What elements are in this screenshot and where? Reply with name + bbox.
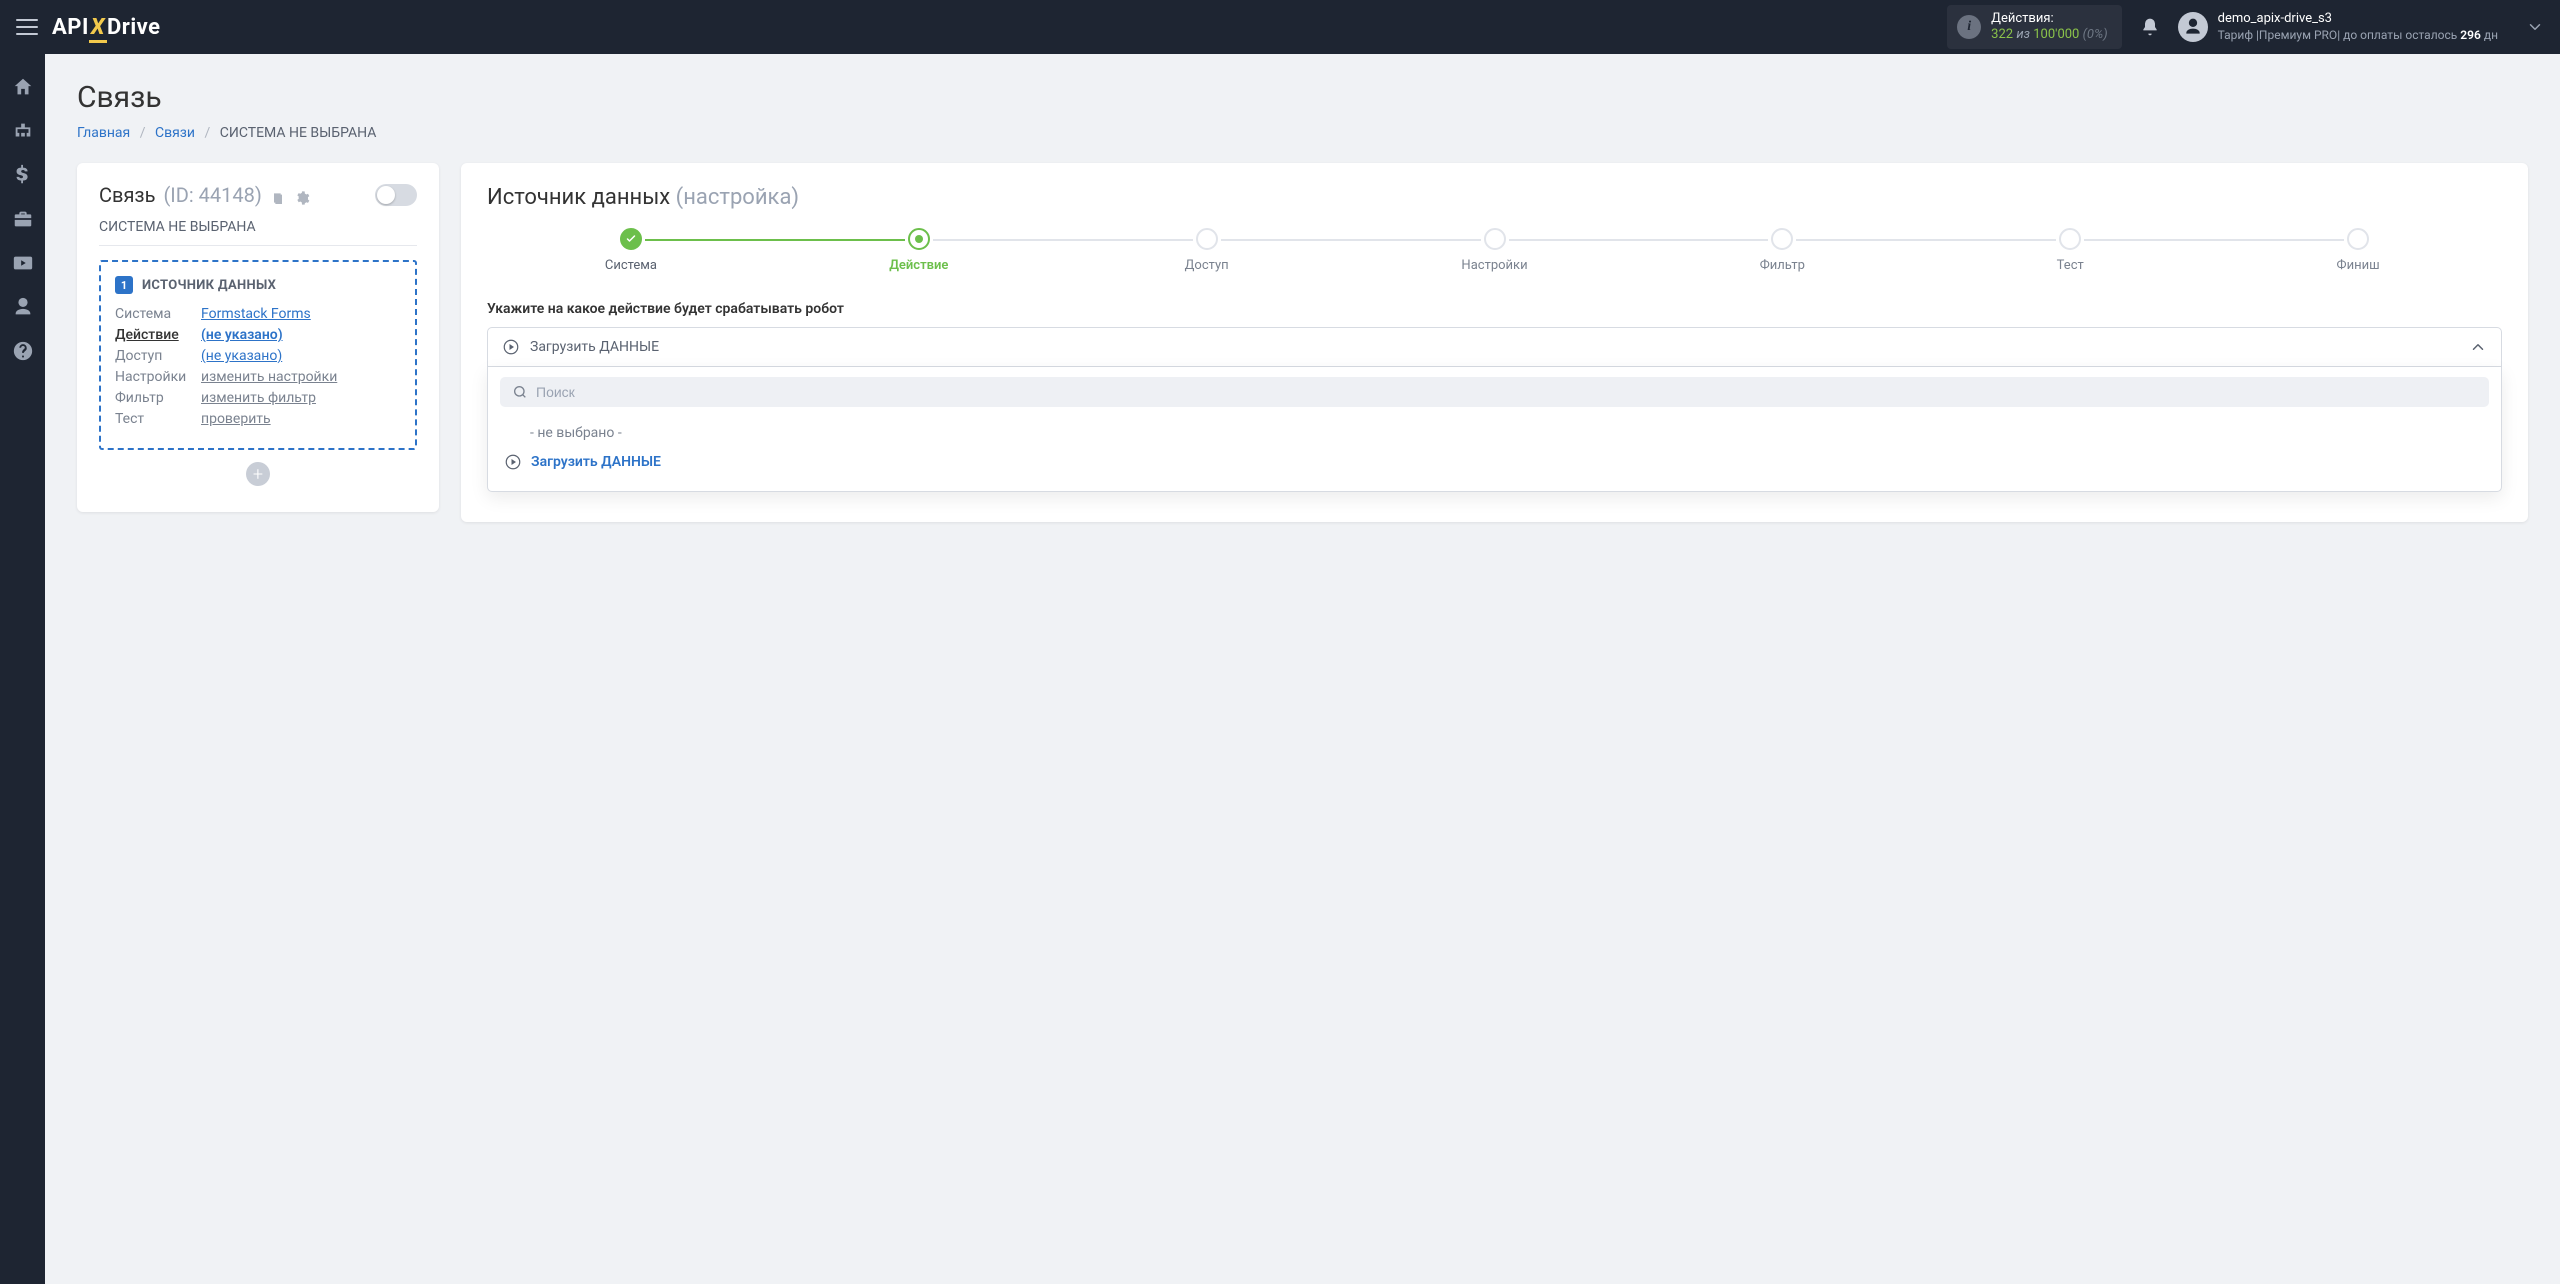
info-icon: i	[1957, 15, 1981, 39]
add-destination-button[interactable]: +	[246, 462, 270, 486]
actions-label: Действия:	[1991, 11, 2107, 27]
connection-toggle[interactable]	[375, 184, 417, 206]
breadcrumb-links[interactable]: Связи	[155, 125, 195, 141]
step-finish[interactable]: Финиш	[2214, 228, 2502, 273]
connection-sidebar-card: Связь (ID: 44148) СИСТЕМА НЕ ВЫБРАНА	[77, 163, 439, 512]
chevron-up-icon	[2469, 338, 2487, 356]
row-settings-value[interactable]: изменить настройки	[201, 369, 337, 385]
row-filter-key: Фильтр	[115, 390, 201, 406]
row-test-key: Тест	[115, 411, 201, 427]
actions-counter[interactable]: i Действия: 322 из 100'000 (0%)	[1947, 5, 2121, 50]
tariff-days: 296	[2460, 28, 2481, 42]
nav-home-icon[interactable]	[12, 76, 34, 98]
step-access[interactable]: Доступ	[1063, 228, 1351, 273]
rc-title-sub: (настройка)	[676, 185, 799, 210]
rc-title-main: Источник данных	[487, 185, 670, 210]
user-menu[interactable]: demo_apix-drive_s3 Тариф |Премиум PRO| д…	[2178, 11, 2498, 42]
nav-connections-icon[interactable]	[12, 120, 34, 142]
play-icon	[504, 453, 522, 471]
data-source-box: 1 ИСТОЧНИК ДАННЫХ СистемаFormstack Forms…	[99, 260, 417, 450]
option-none[interactable]: - не выбрано -	[500, 419, 2489, 447]
row-filter-value[interactable]: изменить фильтр	[201, 390, 316, 406]
menu-toggle[interactable]	[16, 19, 38, 35]
breadcrumb-home[interactable]: Главная	[77, 125, 130, 141]
source-title: ИСТОЧНИК ДАННЫХ	[142, 278, 276, 293]
nav-billing-icon[interactable]	[12, 164, 34, 186]
row-system-value[interactable]: Formstack Forms	[201, 306, 311, 322]
actions-total: 100'000	[2033, 27, 2079, 42]
tariff-suffix: дн	[2484, 28, 2498, 42]
gear-icon[interactable]	[294, 187, 310, 203]
nav-video-icon[interactable]	[12, 252, 34, 274]
lc-subtitle: СИСТЕМА НЕ ВЫБРАНА	[99, 219, 417, 246]
row-access-value[interactable]: (не указано)	[201, 348, 282, 364]
dropdown-search[interactable]	[500, 377, 2489, 407]
notifications-icon[interactable]	[2140, 17, 2160, 37]
row-action-value[interactable]: (не указано)	[201, 327, 283, 343]
step-filter[interactable]: Фильтр	[1638, 228, 1926, 273]
avatar-icon	[2178, 12, 2208, 42]
row-system-key: Система	[115, 306, 201, 322]
step-action[interactable]: Действие	[775, 228, 1063, 273]
row-action-key: Действие	[115, 327, 201, 343]
copy-icon[interactable]	[270, 187, 286, 203]
actions-pct: (0%)	[2083, 27, 2108, 42]
action-select-value: Загрузить ДАННЫЕ	[530, 339, 659, 355]
step-system[interactable]: Система	[487, 228, 775, 273]
row-access-key: Доступ	[115, 348, 201, 364]
search-input[interactable]	[536, 384, 2477, 400]
main-config-card: Источник данных (настройка) Система Дейс…	[461, 163, 2528, 522]
nav-account-icon[interactable]	[12, 296, 34, 318]
row-settings-key: Настройки	[115, 369, 201, 385]
source-badge: 1	[115, 276, 133, 294]
breadcrumb-current: СИСТЕМА НЕ ВЫБРАНА	[220, 125, 377, 141]
form-label: Укажите на какое действие будет срабатыв…	[487, 301, 2502, 317]
action-select[interactable]: Загрузить ДАННЫЕ	[487, 327, 2502, 367]
tariff-prefix: Тариф |Премиум PRO| до оплаты осталось	[2218, 28, 2458, 42]
action-dropdown: - не выбрано - Загрузить ДАННЫЕ	[487, 367, 2502, 492]
stepper: Система Действие Доступ Настройки Фильтр…	[487, 228, 2502, 273]
step-settings[interactable]: Настройки	[1351, 228, 1639, 273]
play-icon	[502, 338, 520, 356]
nav-help-icon[interactable]	[12, 340, 34, 362]
actions-of: из	[2016, 27, 2030, 42]
username: demo_apix-drive_s3	[2218, 11, 2498, 27]
row-test-value[interactable]: проверить	[201, 411, 271, 427]
page-title: Связь	[77, 80, 2528, 115]
option-load-data[interactable]: Загрузить ДАННЫЕ	[500, 447, 2489, 477]
chevron-down-icon[interactable]	[2526, 18, 2544, 36]
lc-id: (ID: 44148)	[163, 183, 261, 207]
logo[interactable]: APIXDrive	[52, 15, 161, 40]
breadcrumb: Главная / Связи / СИСТЕМА НЕ ВЫБРАНА	[77, 125, 2528, 141]
step-test[interactable]: Тест	[1926, 228, 2214, 273]
lc-title: Связь	[99, 183, 155, 207]
actions-count: 322	[1991, 27, 2013, 42]
nav-briefcase-icon[interactable]	[12, 208, 34, 230]
